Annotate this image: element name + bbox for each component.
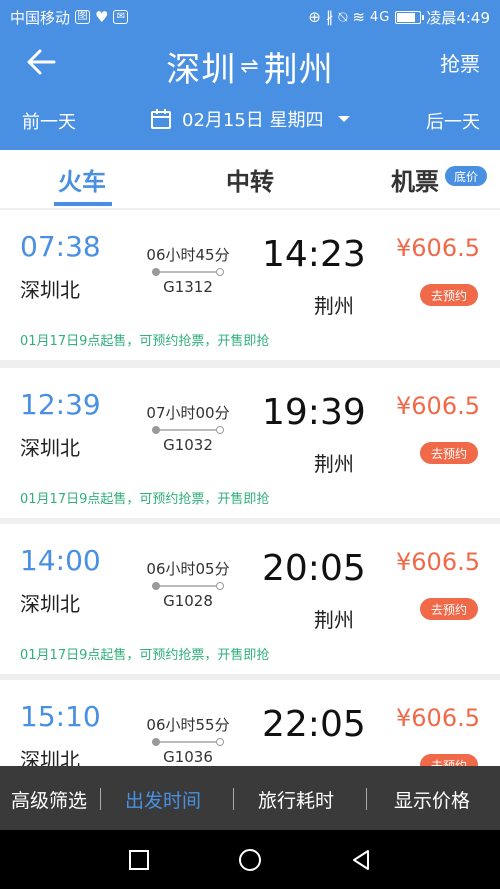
- price: ¥606.5: [396, 704, 480, 732]
- tab-flight[interactable]: 机票: [391, 162, 439, 197]
- lowest-price-badge: 底价: [445, 166, 487, 186]
- prev-day-button[interactable]: 前一天: [22, 108, 76, 134]
- train-number: G1032: [163, 436, 213, 454]
- duration: 06小时05分: [146, 560, 230, 578]
- arrival-time: 22:05: [262, 704, 366, 745]
- route-line-icon: [152, 268, 224, 276]
- divider: [366, 788, 367, 810]
- route-line-icon: [152, 738, 224, 746]
- chevron-down-icon: [337, 116, 350, 122]
- battery-level: [397, 12, 416, 22]
- train-card[interactable]: 12:39 深圳北 07小时00分 G1032 19:39 荆州 ¥606.5 …: [0, 368, 500, 518]
- price: ¥606.5: [396, 234, 480, 262]
- book-button[interactable]: 去预约: [420, 442, 478, 464]
- departure-time: 14:00: [20, 544, 101, 577]
- sort-departure-time-button[interactable]: 出发时间: [125, 786, 201, 813]
- next-day-button[interactable]: 后一天: [426, 108, 480, 134]
- sort-travel-time-button[interactable]: 旅行耗时: [258, 786, 334, 813]
- back-icon[interactable]: [349, 848, 373, 872]
- transport-tabs: 火车 中转 机票: [0, 150, 500, 208]
- arrival-time: 14:23: [262, 234, 366, 275]
- wifi-icon: ≋: [352, 8, 365, 26]
- filter-bar: 高级筛选 出发时间 旅行耗时 显示价格: [0, 766, 500, 830]
- arrival-station: 荆州: [314, 608, 354, 632]
- book-button[interactable]: 去预约: [420, 754, 478, 766]
- departure-station: 深圳北: [20, 436, 80, 460]
- tab-transfer[interactable]: 中转: [226, 162, 274, 197]
- arrival-station: 荆州: [314, 294, 354, 318]
- active-tab-indicator: [54, 202, 112, 206]
- from-city: 深圳: [166, 50, 237, 90]
- train-number: G1036: [163, 748, 213, 766]
- departure-station: 深圳北: [20, 278, 80, 302]
- title-bar: 深圳 ⇌ 荆州 抢票: [0, 34, 500, 94]
- book-button[interactable]: 去预约: [420, 598, 478, 620]
- nfc-icon: ⊕: [308, 8, 321, 26]
- signal-icon: 4G: [369, 9, 391, 25]
- tab-train[interactable]: 火车: [58, 162, 106, 197]
- bluetooth-icon: ∦: [325, 8, 334, 26]
- carrier-label: 中国移动: [10, 8, 71, 27]
- calendar-icon: [151, 109, 171, 129]
- sale-notice: 01月17日9点起售，可预约抢票，开售即抢: [20, 648, 270, 663]
- departure-time: 12:39: [20, 388, 101, 421]
- sale-notice: 01月17日9点起售，可预约抢票，开售即抢: [20, 492, 270, 507]
- arrival-time: 19:39: [262, 392, 366, 433]
- advanced-filter-button[interactable]: 高级筛选: [11, 786, 87, 813]
- departure-station: 深圳北: [20, 748, 80, 766]
- home-icon[interactable]: [238, 848, 262, 872]
- book-button[interactable]: 去预约: [420, 284, 478, 306]
- train-card[interactable]: 07:38 深圳北 06小时45分 G1312 14:23 荆州 ¥606.5 …: [0, 210, 500, 360]
- duration: 07小时00分: [146, 404, 230, 422]
- mute-icon: ⍉: [338, 8, 348, 26]
- swap-arrow-icon[interactable]: ⇌: [240, 54, 259, 79]
- train-list: 07:38 深圳北 06小时45分 G1312 14:23 荆州 ¥606.5 …: [0, 210, 500, 766]
- to-city: 荆州: [263, 50, 334, 90]
- duration: 06小时55分: [146, 716, 230, 734]
- header: 中国移动 图 ♥ ✉ ⊕ ∦ ⍉ ≋ 4G 凌晨4:49 深圳 ⇌ 荆州 抢票 …: [0, 0, 500, 150]
- date-bar: 前一天 02月15日 星期四 后一天: [0, 94, 500, 150]
- duration: 06小时45分: [146, 246, 230, 264]
- train-card[interactable]: 15:10 深圳北 06小时55分 G1036 22:05 荆州 ¥606.5 …: [0, 680, 500, 766]
- battery-icon: [395, 10, 425, 24]
- system-nav-bar: [0, 830, 500, 889]
- departure-time: 07:38: [20, 230, 101, 263]
- divider: [233, 788, 234, 810]
- mail-notification-icon: ✉: [113, 10, 129, 24]
- route-line-icon: [152, 582, 224, 590]
- recent-apps-icon[interactable]: [127, 848, 151, 872]
- price: ¥606.5: [396, 392, 480, 420]
- departure-time: 15:10: [20, 700, 101, 733]
- clock: 凌晨4:49: [426, 8, 490, 27]
- route-line-icon: [152, 426, 224, 434]
- route-title: 深圳 ⇌ 荆州: [0, 42, 500, 91]
- train-number: G1312: [163, 278, 213, 296]
- train-number: G1028: [163, 592, 213, 610]
- show-price-button[interactable]: 显示价格: [394, 786, 470, 813]
- price: ¥606.5: [396, 548, 480, 576]
- train-card[interactable]: 14:00 深圳北 06小时05分 G1028 20:05 荆州 ¥606.5 …: [0, 524, 500, 674]
- status-bar: 中国移动 图 ♥ ✉ ⊕ ∦ ⍉ ≋ 4G 凌晨4:49: [0, 0, 500, 34]
- arrival-station: 荆州: [314, 452, 354, 476]
- sale-notice: 01月17日9点起售，可预约抢票，开售即抢: [20, 334, 270, 349]
- departure-station: 深圳北: [20, 592, 80, 616]
- grab-ticket-button[interactable]: 抢票: [440, 48, 480, 77]
- divider: [100, 788, 101, 810]
- arrival-time: 20:05: [262, 548, 366, 589]
- health-notification-icon: ♥: [95, 8, 109, 26]
- date-selector[interactable]: 02月15日 星期四: [150, 106, 350, 132]
- selected-date: 02月15日 星期四: [182, 110, 324, 131]
- photo-notification-icon: 图: [75, 10, 91, 24]
- app-screen: 中国移动 图 ♥ ✉ ⊕ ∦ ⍉ ≋ 4G 凌晨4:49 深圳 ⇌ 荆州 抢票 …: [0, 0, 500, 889]
